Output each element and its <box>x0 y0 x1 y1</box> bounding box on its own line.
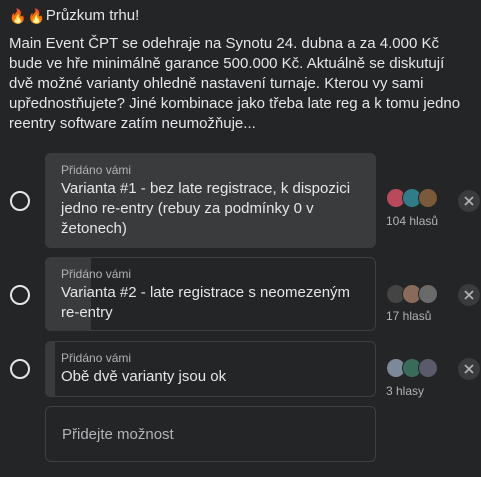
fire-icon: 🔥 <box>9 8 27 24</box>
avatar <box>418 358 438 378</box>
post-title-line: 🔥 🔥 Průzkum trhu! <box>9 6 471 26</box>
post-text: 🔥 🔥 Průzkum trhu! Main Event ČPT se odeh… <box>9 6 471 134</box>
remove-option-button[interactable] <box>458 284 480 306</box>
remove-option-button[interactable] <box>458 190 480 212</box>
post-title: Průzkum trhu! <box>45 7 140 24</box>
voter-avatars[interactable] <box>386 188 438 208</box>
close-icon <box>464 364 474 374</box>
radio-button[interactable] <box>10 285 30 305</box>
option-box[interactable]: Přidáno vámi Obě dvě varianty jsou ok <box>45 341 376 397</box>
add-option-placeholder: Přidejte možnost <box>62 426 174 443</box>
vote-count[interactable]: 17 hlasů <box>386 309 431 323</box>
voter-avatars[interactable] <box>386 284 438 304</box>
added-by-label: Přidáno vámi <box>61 267 132 281</box>
close-icon <box>464 196 474 206</box>
remove-option-button[interactable] <box>458 358 480 380</box>
radio-button[interactable] <box>10 191 30 211</box>
added-by-label: Přidáno vámi <box>61 163 132 177</box>
added-by-label: Přidáno vámi <box>61 351 132 365</box>
fire-icon: 🔥 <box>27 8 45 24</box>
voter-avatars[interactable] <box>386 358 438 378</box>
radio-button[interactable] <box>10 359 30 379</box>
option-box[interactable]: Přidáno vámi Varianta #2 - late registra… <box>45 257 376 331</box>
add-option-input[interactable]: Přidejte možnost <box>45 406 376 462</box>
option-label: Varianta #2 - late registrace s neomezen… <box>61 284 351 321</box>
option-label: Varianta #1 - bez late registrace, k dis… <box>61 180 351 237</box>
avatar <box>418 188 438 208</box>
vote-share-fill <box>45 341 55 397</box>
vote-count[interactable]: 104 hlasů <box>386 214 438 228</box>
option-label: Obě dvě varianty jsou ok <box>61 368 227 385</box>
avatar <box>418 284 438 304</box>
option-box[interactable]: Přidáno vámi Varianta #1 - bez late regi… <box>45 153 376 248</box>
post-body: Main Event ČPT se odehraje na Synotu 24.… <box>9 35 461 132</box>
vote-count[interactable]: 3 hlasy <box>386 384 424 398</box>
close-icon <box>464 290 474 300</box>
